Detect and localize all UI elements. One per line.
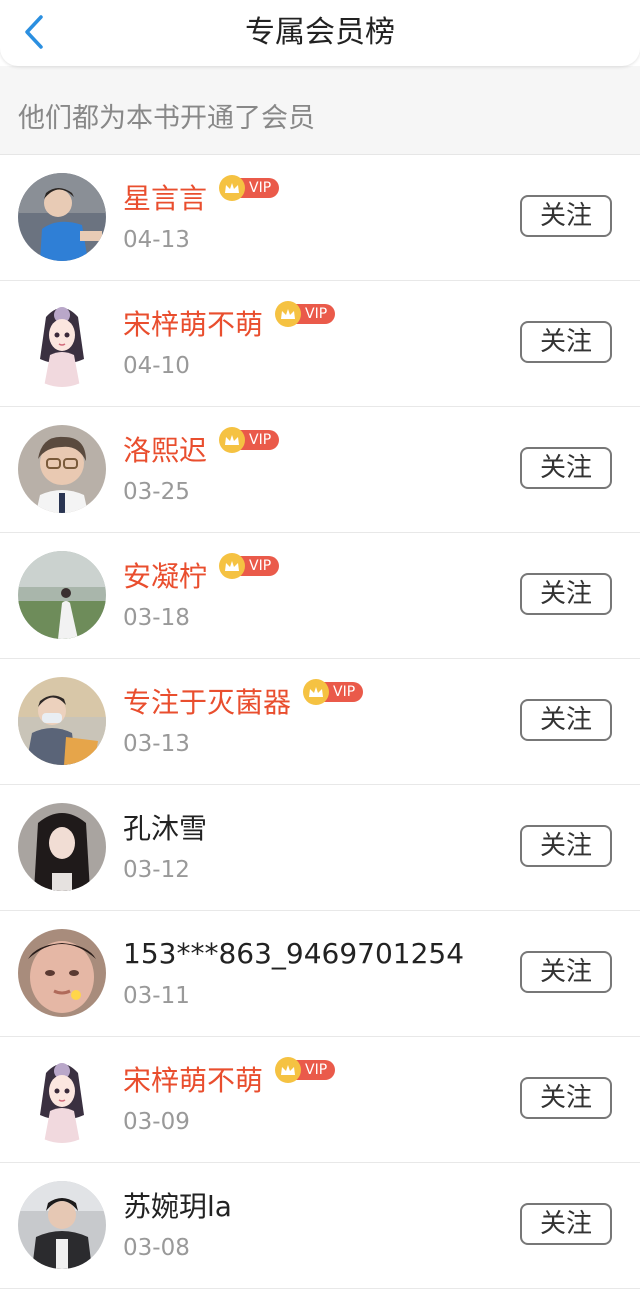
crown-icon <box>219 553 246 579</box>
join-date: 04-10 <box>123 353 190 379</box>
member-name[interactable]: 153***863_9469701254 <box>123 937 464 970</box>
vip-badge: VIP <box>303 679 364 705</box>
vip-badge: VIP <box>275 301 336 327</box>
member-name[interactable]: 宋梓萌不萌 <box>123 303 263 343</box>
name-line: 宋梓萌不萌 VIP <box>123 301 336 343</box>
member-name[interactable]: 安凝柠 <box>123 555 207 595</box>
join-date: 04-13 <box>123 227 190 253</box>
follow-button[interactable]: 关注 <box>520 447 612 489</box>
avatar[interactable] <box>18 425 106 513</box>
vip-badge: VIP <box>275 1057 336 1083</box>
subtitle-bar: 他们都为本书开通了会员 <box>0 66 640 155</box>
member-row[interactable]: 153***863_9469701254 03-11 关注 <box>0 911 640 1037</box>
join-date: 03-25 <box>123 479 190 505</box>
avatar[interactable] <box>18 929 106 1017</box>
member-name[interactable]: 孔沐雪 <box>123 807 207 847</box>
name-line: 安凝柠 VIP <box>123 553 280 595</box>
member-name[interactable]: 宋梓萌不萌 <box>123 1059 263 1099</box>
crown-icon <box>275 301 302 327</box>
avatar[interactable] <box>18 551 106 639</box>
member-row[interactable]: 专注于灭菌器 VIP 03-13 关注 <box>0 659 640 785</box>
follow-button[interactable]: 关注 <box>520 195 612 237</box>
name-line: 苏婉玥la <box>123 1185 232 1225</box>
crown-icon <box>303 679 330 705</box>
member-name[interactable]: 星言言 <box>123 177 207 217</box>
page-title: 专属会员榜 <box>245 15 395 50</box>
vip-badge: VIP <box>219 427 280 453</box>
join-date: 03-09 <box>123 1109 190 1135</box>
member-name[interactable]: 专注于灭菌器 <box>123 681 291 721</box>
join-date: 03-12 <box>123 857 190 883</box>
name-line: 孔沐雪 <box>123 807 207 847</box>
follow-button[interactable]: 关注 <box>520 951 612 993</box>
join-date: 03-08 <box>123 1235 190 1261</box>
name-line: 专注于灭菌器 VIP <box>123 679 364 721</box>
avatar[interactable] <box>18 299 106 387</box>
join-date: 03-13 <box>123 731 190 757</box>
crown-icon <box>219 427 246 453</box>
name-line: 星言言 VIP <box>123 175 280 217</box>
member-name[interactable]: 苏婉玥la <box>123 1185 232 1225</box>
avatar[interactable] <box>18 1181 106 1269</box>
member-row[interactable]: 安凝柠 VIP 03-18 关注 <box>0 533 640 659</box>
member-list: 星言言 VIP 04-13 关注 宋梓萌不萌 VIP 04-10 关注 洛熙迟 VIP 03-2… <box>0 155 640 1289</box>
vip-badge: VIP <box>219 175 280 201</box>
follow-button[interactable]: 关注 <box>520 825 612 867</box>
name-line: 洛熙迟 VIP <box>123 427 280 469</box>
member-row[interactable]: 洛熙迟 VIP 03-25 关注 <box>0 407 640 533</box>
member-row[interactable]: 宋梓萌不萌 VIP 03-09 关注 <box>0 1037 640 1163</box>
vip-badge: VIP <box>219 553 280 579</box>
avatar[interactable] <box>18 803 106 891</box>
name-line: 宋梓萌不萌 VIP <box>123 1057 336 1099</box>
follow-button[interactable]: 关注 <box>520 1077 612 1119</box>
follow-button[interactable]: 关注 <box>520 1203 612 1245</box>
subtitle-text: 他们都为本书开通了会员 <box>18 103 315 134</box>
top-bar: 专属会员榜 <box>0 0 640 66</box>
member-row[interactable]: 星言言 VIP 04-13 关注 <box>0 155 640 281</box>
follow-button[interactable]: 关注 <box>520 321 612 363</box>
avatar[interactable] <box>18 173 106 261</box>
member-row[interactable]: 苏婉玥la 03-08 关注 <box>0 1163 640 1289</box>
member-row[interactable]: 孔沐雪 03-12 关注 <box>0 785 640 911</box>
join-date: 03-18 <box>123 605 190 631</box>
avatar[interactable] <box>18 1055 106 1143</box>
crown-icon <box>275 1057 302 1083</box>
avatar[interactable] <box>18 677 106 765</box>
follow-button[interactable]: 关注 <box>520 699 612 741</box>
member-name[interactable]: 洛熙迟 <box>123 429 207 469</box>
join-date: 03-11 <box>123 983 190 1009</box>
member-row[interactable]: 宋梓萌不萌 VIP 04-10 关注 <box>0 281 640 407</box>
name-line: 153***863_9469701254 <box>123 933 464 973</box>
crown-icon <box>219 175 246 201</box>
follow-button[interactable]: 关注 <box>520 573 612 615</box>
